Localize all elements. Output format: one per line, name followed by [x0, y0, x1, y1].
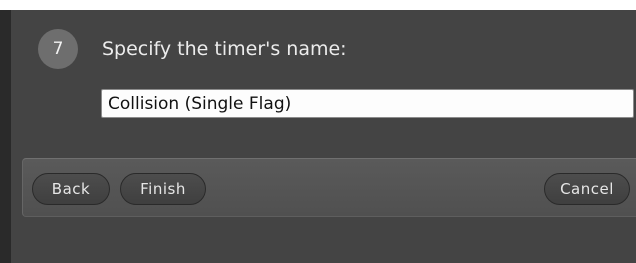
finish-button[interactable]: Finish: [120, 173, 206, 205]
window-top-edge: [0, 0, 636, 10]
step-prompt-label: Specify the timer's name:: [102, 38, 347, 60]
timer-name-input[interactable]: [101, 89, 634, 118]
window-left-edge: [0, 10, 11, 263]
cancel-button[interactable]: Cancel: [544, 173, 630, 205]
step-number-badge: 7: [38, 29, 78, 69]
back-button[interactable]: Back: [32, 173, 110, 205]
